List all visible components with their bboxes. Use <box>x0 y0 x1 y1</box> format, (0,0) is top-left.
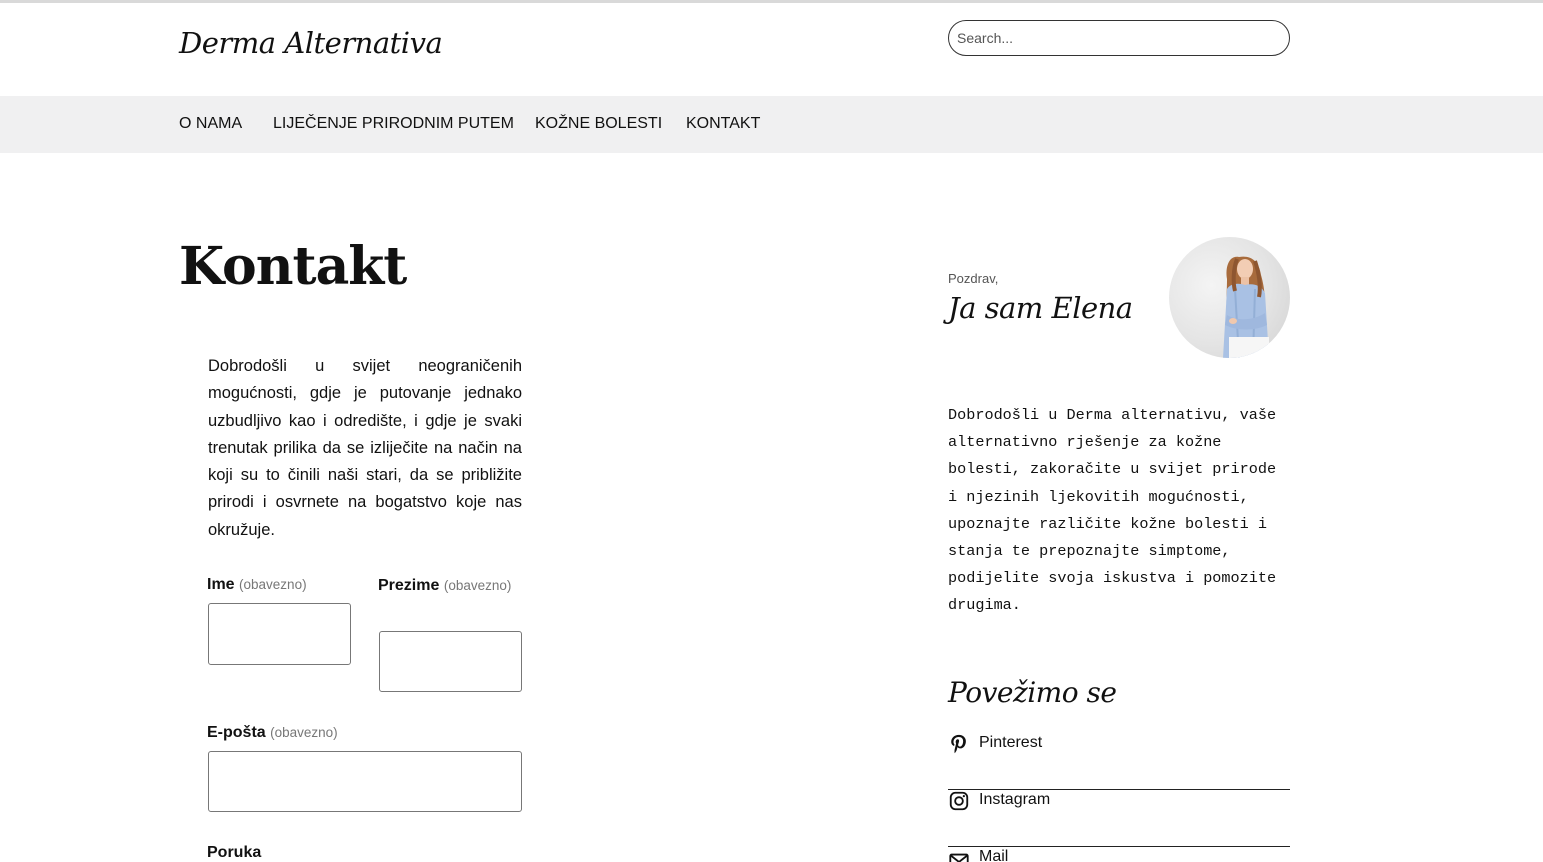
required-note: (obavezno) <box>443 578 512 593</box>
greeting-name: Ja sam Elena <box>948 291 1133 325</box>
main-nav: O NAMA LIJEČENJE PRIRODNIM PUTEM KOŽNE B… <box>0 96 1543 153</box>
last-name-label: Prezime (obavezno) <box>378 572 524 599</box>
instagram-icon <box>948 790 970 812</box>
last-name-label-text: Prezime <box>378 577 440 594</box>
greeting-small: Pozdrav, <box>948 271 999 286</box>
social-link-mail[interactable]: Mail <box>948 847 1290 862</box>
message-label-text: Poruka <box>207 844 262 861</box>
top-border <box>0 0 1543 3</box>
first-name-field[interactable] <box>208 603 351 665</box>
site-title[interactable]: Derma Alternativa <box>179 26 443 60</box>
intro-text: Dobrodošli u svijet neograničenih mogućn… <box>208 357 522 539</box>
social-link-pinterest[interactable]: Pinterest <box>948 733 1290 790</box>
social-link-instagram[interactable]: Instagram <box>948 790 1290 847</box>
social-label: Instagram <box>979 791 1051 808</box>
connect-title: Povežimo se <box>948 676 1117 709</box>
email-label-text: E-pošta <box>207 724 266 741</box>
social-label: Pinterest <box>979 734 1043 751</box>
page-title: Kontakt <box>179 236 407 297</box>
avatar <box>1169 237 1290 358</box>
first-name-label-text: Ime <box>207 576 235 593</box>
last-name-field[interactable] <box>379 631 522 692</box>
pinterest-icon <box>948 733 970 755</box>
message-label: Poruka <box>207 844 261 862</box>
email-label: E-pošta (obavezno) <box>207 724 338 742</box>
bio-text: Dobrodošli u Derma alternativu, vaše alt… <box>948 406 1277 615</box>
email-field[interactable] <box>208 751 522 812</box>
social-label: Mail <box>979 848 1009 862</box>
mail-icon <box>948 850 970 862</box>
required-note: (obavezno) <box>270 725 338 740</box>
first-name-label: Ime (obavezno) <box>207 576 307 594</box>
search-input[interactable] <box>948 20 1290 56</box>
nav-item-kontakt[interactable]: KONTAKT <box>686 115 760 133</box>
nav-item-kozne-bolesti[interactable]: KOŽNE BOLESTI <box>535 115 662 133</box>
avatar-portrait <box>1223 256 1269 358</box>
nav-item-lijecenje[interactable]: LIJEČENJE PRIRODNIM PUTEM <box>273 115 514 133</box>
required-note: (obavezno) <box>239 577 307 592</box>
nav-item-o-nama[interactable]: O NAMA <box>179 115 242 133</box>
